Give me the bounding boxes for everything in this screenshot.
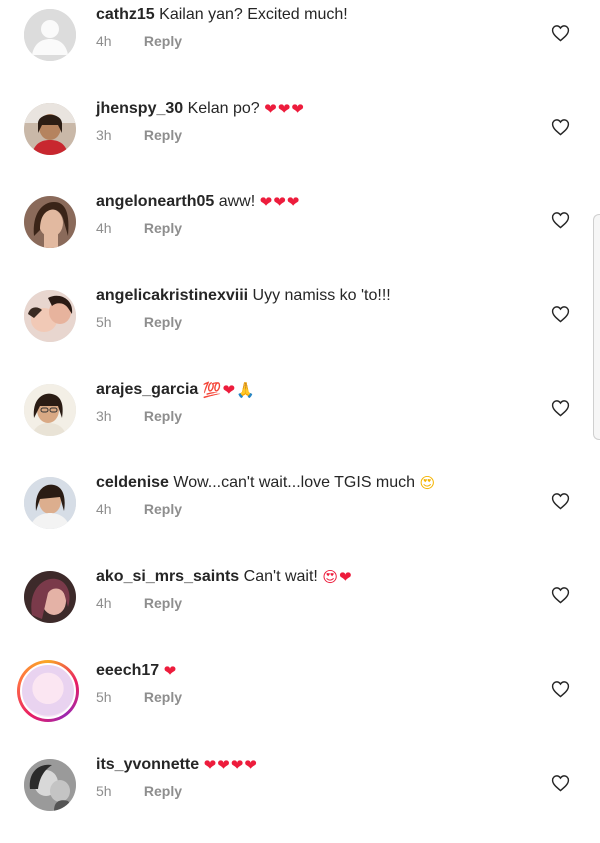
reply-button[interactable]: Reply xyxy=(144,33,182,49)
comment-username[interactable]: ako_si_mrs_saints xyxy=(96,568,239,585)
comment-text: Kelan po? xyxy=(188,100,260,117)
heart-outline-icon[interactable] xyxy=(551,211,570,229)
reply-button[interactable]: Reply xyxy=(144,689,182,705)
comment-username[interactable]: cathz15 xyxy=(96,6,155,23)
comments-list: cathz15 Kailan yan? Excited much! 4h Rep… xyxy=(0,0,600,843)
heart-outline-icon[interactable] xyxy=(551,586,570,604)
default-avatar-icon xyxy=(24,9,76,61)
heart-outline-icon[interactable] xyxy=(551,118,570,136)
avatar[interactable] xyxy=(24,103,76,155)
hundred-heart-pray-emoji: 💯❤🙏 xyxy=(203,380,256,400)
scrollbar[interactable] xyxy=(593,214,600,440)
user-photo-icon xyxy=(24,759,76,811)
avatar[interactable] xyxy=(24,477,76,529)
heart-eyes-heart-emoji: 😍❤ xyxy=(322,567,352,587)
comment-item: angelonearth05 aww! ❤❤❤ 4h Reply xyxy=(0,187,600,281)
avatar[interactable] xyxy=(24,759,76,811)
comment-time: 4h xyxy=(96,220,140,236)
comment-username[interactable]: eeech17 xyxy=(96,662,159,679)
comment-username[interactable]: arajes_garcia xyxy=(96,381,198,398)
comment-text: aww! xyxy=(219,193,255,210)
comment-username[interactable]: angelicakristinexviii xyxy=(96,287,248,304)
heart-eyes-emoji: 😍 xyxy=(420,473,436,493)
comment-username[interactable]: jhenspy_30 xyxy=(96,100,183,117)
comment-username[interactable]: its_yvonnette xyxy=(96,756,199,773)
user-photo-icon xyxy=(24,384,76,436)
heart-emoji: ❤❤❤ xyxy=(260,192,301,212)
reply-button[interactable]: Reply xyxy=(144,595,182,611)
avatar[interactable] xyxy=(24,290,76,342)
heart-emoji: ❤❤❤❤ xyxy=(204,755,258,775)
reply-button[interactable]: Reply xyxy=(144,501,182,517)
comment-text: Uyy namiss ko 'to!!! xyxy=(253,287,391,304)
comment-time: 5h xyxy=(96,689,140,705)
heart-outline-icon[interactable] xyxy=(551,492,570,510)
heart-outline-icon[interactable] xyxy=(551,24,570,42)
heart-emoji: ❤❤❤ xyxy=(264,99,305,119)
reply-button[interactable]: Reply xyxy=(144,783,182,799)
comment-item: eeech17 ❤ 5h Reply xyxy=(0,656,600,750)
reply-button[interactable]: Reply xyxy=(144,127,182,143)
reply-button[interactable]: Reply xyxy=(144,314,182,330)
avatar[interactable] xyxy=(24,384,76,436)
comment-item: cathz15 Kailan yan? Excited much! 4h Rep… xyxy=(0,0,600,94)
user-photo-icon xyxy=(24,196,76,248)
comment-item: arajes_garcia 💯❤🙏 3h Reply xyxy=(0,375,600,469)
comment-time: 4h xyxy=(96,501,140,517)
comment-username[interactable]: angelonearth05 xyxy=(96,193,214,210)
comment-body: cathz15 Kailan yan? Excited much! 4h Rep… xyxy=(96,5,530,49)
comment-text: Can't wait! xyxy=(244,568,318,585)
reply-button[interactable]: Reply xyxy=(144,408,182,424)
comment-time: 4h xyxy=(96,595,140,611)
heart-outline-icon[interactable] xyxy=(551,774,570,792)
comment-text: Kailan yan? Excited much! xyxy=(159,6,348,23)
comment-item: jhenspy_30 Kelan po? ❤❤❤ 3h Reply xyxy=(0,94,600,188)
comment-item: celdenise Wow...can't wait...love TGIS m… xyxy=(0,468,600,562)
user-photo-icon xyxy=(24,290,76,342)
user-photo-icon xyxy=(24,477,76,529)
story-avatar[interactable] xyxy=(17,660,79,722)
comment-item: ako_si_mrs_saints Can't wait! 😍❤ 4h Repl… xyxy=(0,562,600,656)
comment-username[interactable]: celdenise xyxy=(96,474,169,491)
heart-outline-icon[interactable] xyxy=(551,680,570,698)
avatar[interactable] xyxy=(24,9,76,61)
avatar[interactable] xyxy=(24,571,76,623)
comment-time: 5h xyxy=(96,783,140,799)
avatar[interactable] xyxy=(24,196,76,248)
user-photo-icon xyxy=(24,103,76,155)
heart-outline-icon[interactable] xyxy=(551,305,570,323)
heart-emoji: ❤ xyxy=(164,661,178,681)
comment-text: Wow...can't wait...love TGIS much xyxy=(173,474,415,491)
reply-button[interactable]: Reply xyxy=(144,220,182,236)
comment-time: 4h xyxy=(96,33,140,49)
comment-item: angelicakristinexviii Uyy namiss ko 'to!… xyxy=(0,281,600,375)
heart-outline-icon[interactable] xyxy=(551,399,570,417)
comment-time: 3h xyxy=(96,127,140,143)
comment-time: 5h xyxy=(96,314,140,330)
user-photo-icon xyxy=(24,571,76,623)
comment-item: its_yvonnette ❤❤❤❤ 5h Reply xyxy=(0,750,600,843)
avatar-image xyxy=(20,663,76,719)
comment-time: 3h xyxy=(96,408,140,424)
